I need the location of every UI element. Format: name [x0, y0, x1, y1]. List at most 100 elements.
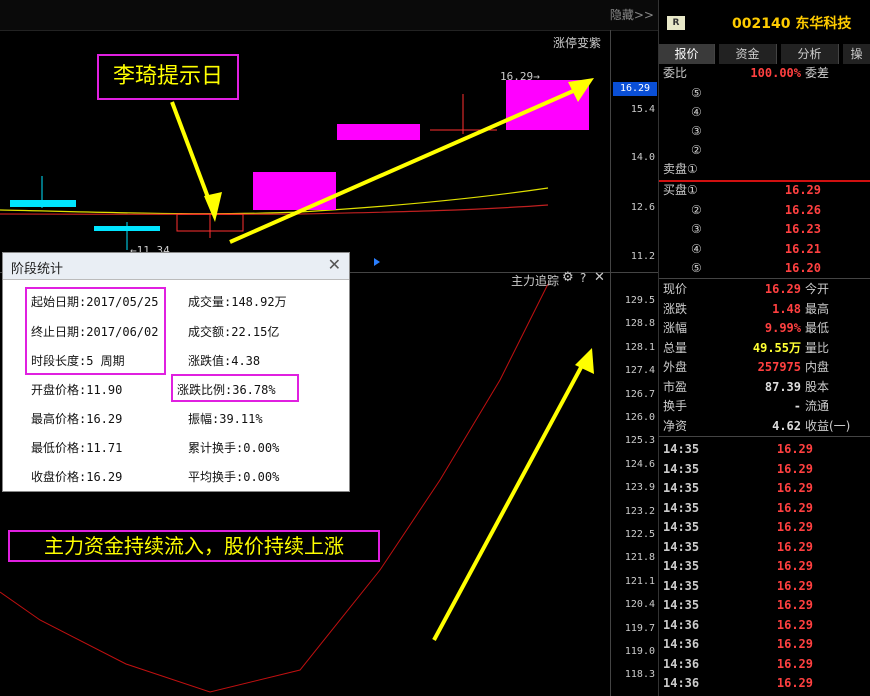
buy-row[interactable]: ② 16.26	[659, 201, 870, 220]
y-tick: 126.0	[624, 412, 655, 423]
buy-row[interactable]: ③ 16.23	[659, 220, 870, 239]
close-price: 收盘价格:16.29	[31, 470, 123, 484]
info-label-2: 内盘	[805, 360, 830, 374]
quote-tabs: 报价 资金 分析 操	[659, 44, 870, 64]
y-tick: 129.5	[624, 295, 655, 306]
tick-price: 16.29	[776, 617, 813, 632]
info-row: 现价 16.29 今开	[659, 280, 870, 299]
y-axis: 16.29 15.4 14.0 12.6 11.2 129.5 128.8 128.…	[610, 30, 659, 696]
y-tick: 122.5	[624, 529, 655, 540]
info-label-2: 流通	[805, 399, 830, 413]
y-tick: 11.2	[630, 251, 655, 262]
candle-limit-up	[337, 124, 420, 140]
buy-level-price: 16.23	[784, 222, 821, 236]
hide-button[interactable]: 隐藏>>	[610, 6, 654, 23]
weicha-label: 委差	[805, 66, 830, 80]
tick-price: 16.29	[776, 637, 813, 651]
buy-row[interactable]: ④ 16.21	[659, 240, 870, 259]
info-row: 涨跌 1.48 最高	[659, 300, 870, 319]
tick-price: 16.29	[776, 442, 813, 456]
buy-level-label: ④	[691, 241, 702, 256]
highlight-change-box	[171, 374, 299, 402]
tick-time: 14:35	[663, 520, 700, 534]
buy-level-label: ②	[691, 202, 702, 217]
tick-price: 16.29	[776, 481, 813, 495]
buy-row[interactable]: ⑤ 16.20	[659, 259, 870, 278]
y-tick: 118.3	[624, 669, 655, 681]
y-tick: 127.4	[624, 365, 655, 377]
turnover-total: 累计换手:0.00%	[188, 441, 280, 455]
tick-price: 16.29	[776, 578, 813, 593]
tab-analysis[interactable]: 分析	[781, 44, 839, 64]
info-value: 4.62	[772, 418, 801, 433]
info-label: 换手	[663, 399, 688, 413]
buy-level-label: ⑤	[691, 261, 702, 275]
info-label: 外盘	[663, 360, 688, 374]
info-label: 市盈	[663, 379, 688, 394]
tick-time: 14:36	[663, 637, 700, 651]
tab-funds[interactable]: 资金	[719, 44, 777, 64]
weibi-value: 100.00%	[750, 66, 801, 80]
tab-quote[interactable]: 报价	[659, 44, 715, 64]
tick-row: 14:35 16.29	[659, 577, 870, 596]
tick-row: 14:35 16.29	[659, 518, 870, 537]
info-value: 87.39	[764, 379, 801, 394]
buy-row[interactable]: 买盘① 16.29	[659, 181, 870, 200]
quote-header: R 002140 东华科技	[659, 0, 870, 44]
y-tick: 15.4	[630, 104, 655, 115]
info-value: 9.99%	[764, 321, 801, 335]
tick-time: 14:35	[663, 539, 700, 554]
tick-row: 14:36 16.29	[659, 635, 870, 654]
tick-row: 14:35 16.29	[659, 440, 870, 459]
buy-level-price: 16.20	[784, 261, 821, 275]
tick-price: 16.29	[776, 598, 813, 612]
y-tick: 14.0	[630, 152, 655, 163]
buy-level-label: 买盘①	[663, 183, 698, 197]
dialog-title-bar[interactable]: 阶段统计 ✕	[3, 253, 349, 280]
y-tick: 119.0	[624, 646, 655, 657]
info-label: 净资	[663, 418, 688, 433]
tick-row: 14:36 16.29	[659, 674, 870, 693]
info-label: 总量	[663, 340, 688, 355]
arrow-main-line	[229, 86, 581, 244]
tick-time: 14:36	[663, 656, 700, 671]
close-icon[interactable]: ✕	[594, 270, 605, 285]
tick-price: 16.29	[776, 461, 813, 476]
volume: 成交量:148.92万	[188, 295, 287, 309]
info-row: 涨幅 9.99% 最低	[659, 319, 870, 338]
y-tick: 124.6	[624, 458, 655, 470]
tick-price: 16.29	[776, 559, 813, 573]
buy-level-price: 16.29	[784, 183, 821, 197]
tick-price: 16.29	[776, 539, 813, 554]
info-label: 涨幅	[663, 321, 688, 335]
sell-level-3: ③	[691, 124, 702, 138]
dialog-close-icon[interactable]: ✕	[328, 255, 341, 274]
candle-limit-up	[253, 172, 336, 210]
stats-dialog[interactable]: 阶段统计 ✕ 起始日期:2017/05/25 终止日期:2017/06/02 时…	[2, 252, 350, 492]
stock-code-name: 002140 东华科技	[732, 16, 852, 32]
low-price: 最低价格:11.71	[31, 441, 123, 455]
tick-row: 14:35 16.29	[659, 596, 870, 615]
help-icon[interactable]: ?	[580, 271, 586, 285]
info-label-2: 收益(一)	[805, 418, 851, 433]
arrow-top-head	[204, 192, 222, 222]
r-badge: R	[667, 16, 685, 30]
info-value: 257975	[757, 360, 801, 374]
sell-level-1: 卖盘①	[663, 162, 698, 176]
gear-icon[interactable]: ⚙	[562, 270, 574, 285]
buy-level-price: 16.26	[784, 202, 821, 217]
info-row: 总量 49.55万 量比	[659, 339, 870, 358]
marker-icon	[374, 258, 380, 266]
tick-time: 14:35	[663, 461, 700, 476]
tick-time: 14:35	[663, 500, 700, 515]
tick-price: 16.29	[776, 500, 813, 515]
info-value: 1.48	[772, 301, 801, 316]
candle-down	[94, 226, 160, 231]
tab-operation[interactable]: 操	[843, 44, 870, 64]
weibi-row: 委比 100.00% 委差	[659, 64, 870, 83]
tick-row: 14:36 16.29	[659, 616, 870, 635]
high-price: 最高价格:16.29	[31, 412, 123, 426]
tick-row: 14:35 16.29	[659, 499, 870, 518]
info-value: 49.55万	[752, 340, 801, 355]
y-tick: 119.7	[624, 622, 655, 634]
